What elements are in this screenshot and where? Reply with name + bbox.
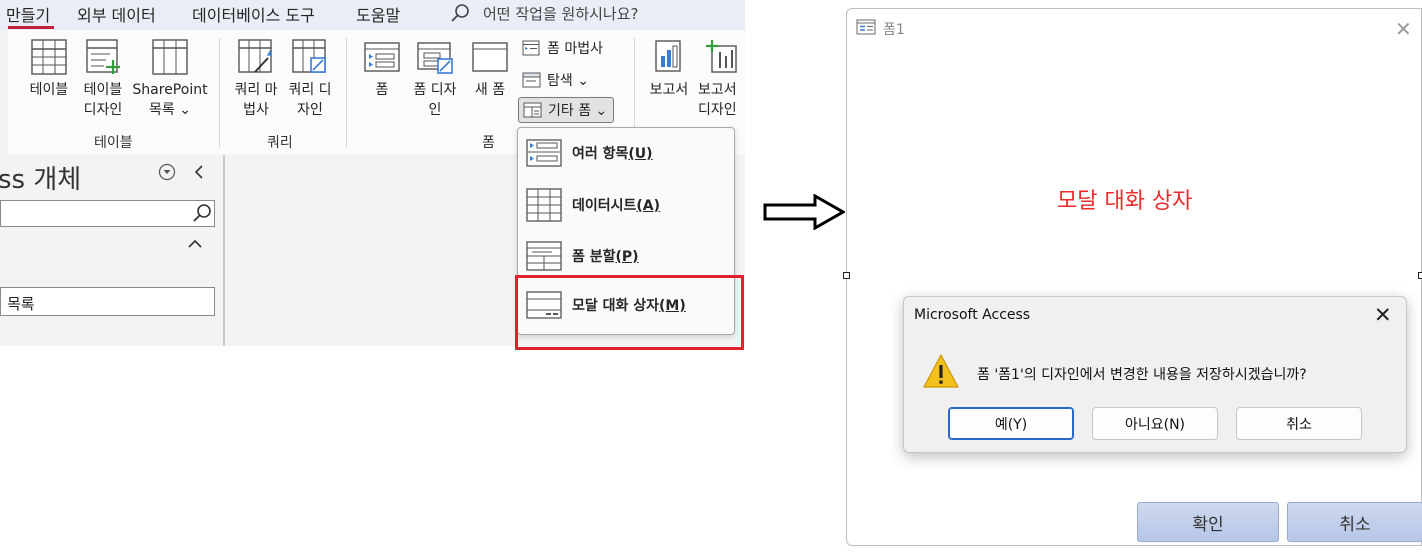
form-design-button-label: 폼 디자인 [413,82,457,118]
report-button[interactable]: 보고서 [644,38,694,100]
warning-icon [923,354,959,388]
report-design-button-label: 보고서 디자인 [698,82,737,118]
query-design-button[interactable]: 쿼리 디자인 [284,38,336,120]
nav-search-input[interactable] [0,200,215,227]
menu-item-label: 데이터시트 [572,198,637,214]
sharepoint-list-icon [152,39,188,75]
tell-me-input[interactable]: 어떤 작업을 원하시나요? [483,3,639,24]
menu-item-multiple-items[interactable]: 여러 항목(U) [526,139,653,167]
navigation-label: 탐색 ⌄ [547,73,589,89]
sharepoint-list-button-label: SharePoint 목록 ⌄ [132,82,208,118]
more-forms-label: 기타 폼 ⌄ [548,103,608,119]
highlight-box [515,275,744,350]
query-wizard-button-label: 쿼리 마법사 [234,82,278,118]
query-wizard-button[interactable]: 쿼리 마법사 [230,38,282,120]
nav-pane-title: ss 개체 [0,165,82,195]
multiple-items-icon [526,139,562,167]
datasheet-icon [526,188,562,222]
form-button[interactable]: 폼 [360,38,404,100]
form-window: 폼1 ✕ 모달 대화 상자 확인 취소 [846,8,1422,546]
active-tab-underline [8,26,54,29]
ribbon-tab-bar: 만들기 외부 데이터 데이터베이스 도구 도움말 어떤 작업을 원하시나요? [0,0,745,30]
chevron-down-circle-icon[interactable] [158,163,176,181]
dialog-title: Microsoft Access [914,307,1031,323]
tab-create[interactable]: 만들기 [6,2,50,26]
group-separator [346,38,347,148]
collapse-chevron-left-icon[interactable] [190,163,208,181]
form-window-title: 폼1 [883,22,905,38]
form-wizard-icon [522,40,540,56]
ok-button[interactable]: 확인 [1137,502,1279,542]
nav-item[interactable]: 목록 [0,287,215,316]
form-button-label: 폼 [375,82,389,98]
search-icon[interactable] [191,203,213,225]
form-icon [364,42,400,72]
table-button[interactable]: 테이블 [22,38,76,100]
menu-item-split-form[interactable]: 폼 분할(P) [526,241,639,271]
dialog-cancel-button[interactable]: 취소 [1236,407,1362,440]
query-design-button-label: 쿼리 디자인 [288,82,332,118]
form-label: 모달 대화 상자 [1057,189,1193,214]
tab-database-tools[interactable]: 데이터베이스 도구 [192,2,315,26]
navigation-icon [522,72,541,88]
query-group-label: 쿼리 [267,135,293,151]
menu-item-shortcut: (A) [636,198,661,214]
no-button[interactable]: 아니요(N) [1092,407,1218,440]
report-button-label: 보고서 [649,82,689,98]
table-design-icon [86,39,120,74]
form-wizard-button[interactable]: 폼 마법사 [522,38,603,58]
table-design-button-label: 테이블 디자인 [83,82,123,118]
navigation-button[interactable]: 탐색 ⌄ [522,70,589,90]
resize-handle[interactable] [843,272,850,279]
arrow-right-icon [763,194,845,230]
dialog-message: 폼 '폼1'의 디자인에서 변경한 내용을 저장하시겠습니까? [977,367,1307,383]
more-forms-icon [523,102,542,118]
menu-item-shortcut: (P) [615,249,639,265]
blank-form-icon [472,42,508,72]
form-wizard-label: 폼 마법사 [547,41,603,57]
more-forms-button[interactable]: 기타 폼 ⌄ [518,97,615,123]
menu-item-label: 여러 항목 [572,146,629,162]
menu-item-shortcut: (U) [628,146,653,162]
menu-item-label: 폼 분할 [572,249,616,265]
tab-help[interactable]: 도움말 [356,2,400,26]
report-design-button[interactable]: 보고서 디자인 [698,38,745,120]
form-design-button[interactable]: 폼 디자인 [410,38,460,120]
table-button-label: 테이블 [29,82,69,98]
group-separator [219,38,220,148]
form-group-label: 폼 [482,135,495,151]
query-design-icon [292,39,326,73]
close-icon[interactable]: ✕ [1374,303,1392,327]
menu-item-datasheet[interactable]: 데이터시트(A) [526,188,660,222]
navigation-pane: ss 개체 목록 [0,155,225,346]
sharepoint-list-button[interactable]: SharePoint 목록 ⌄ [130,38,210,120]
query-wizard-icon [238,39,272,73]
table-group-label: 테이블 [94,135,133,151]
split-form-icon [526,241,562,271]
chevron-up-icon[interactable] [186,235,204,253]
form-window-icon [856,19,876,35]
tab-external-data[interactable]: 외부 데이터 [77,2,156,26]
resize-handle[interactable] [1418,272,1422,279]
table-design-button[interactable]: 테이블 디자인 [78,38,128,120]
save-changes-dialog: Microsoft Access ✕ 폼 '폼1'의 디자인에서 변경한 내용을… [903,296,1407,453]
form-design-icon [417,42,453,74]
report-design-icon [706,40,737,73]
blank-form-button[interactable]: 새 폼 [468,38,512,100]
search-icon[interactable] [449,3,471,25]
cancel-button[interactable]: 취소 [1287,502,1422,542]
close-icon[interactable]: ✕ [1395,17,1412,41]
report-icon [655,40,681,72]
yes-button[interactable]: 예(Y) [948,407,1074,440]
table-icon [31,39,67,75]
blank-form-button-label: 새 폼 [474,82,506,98]
